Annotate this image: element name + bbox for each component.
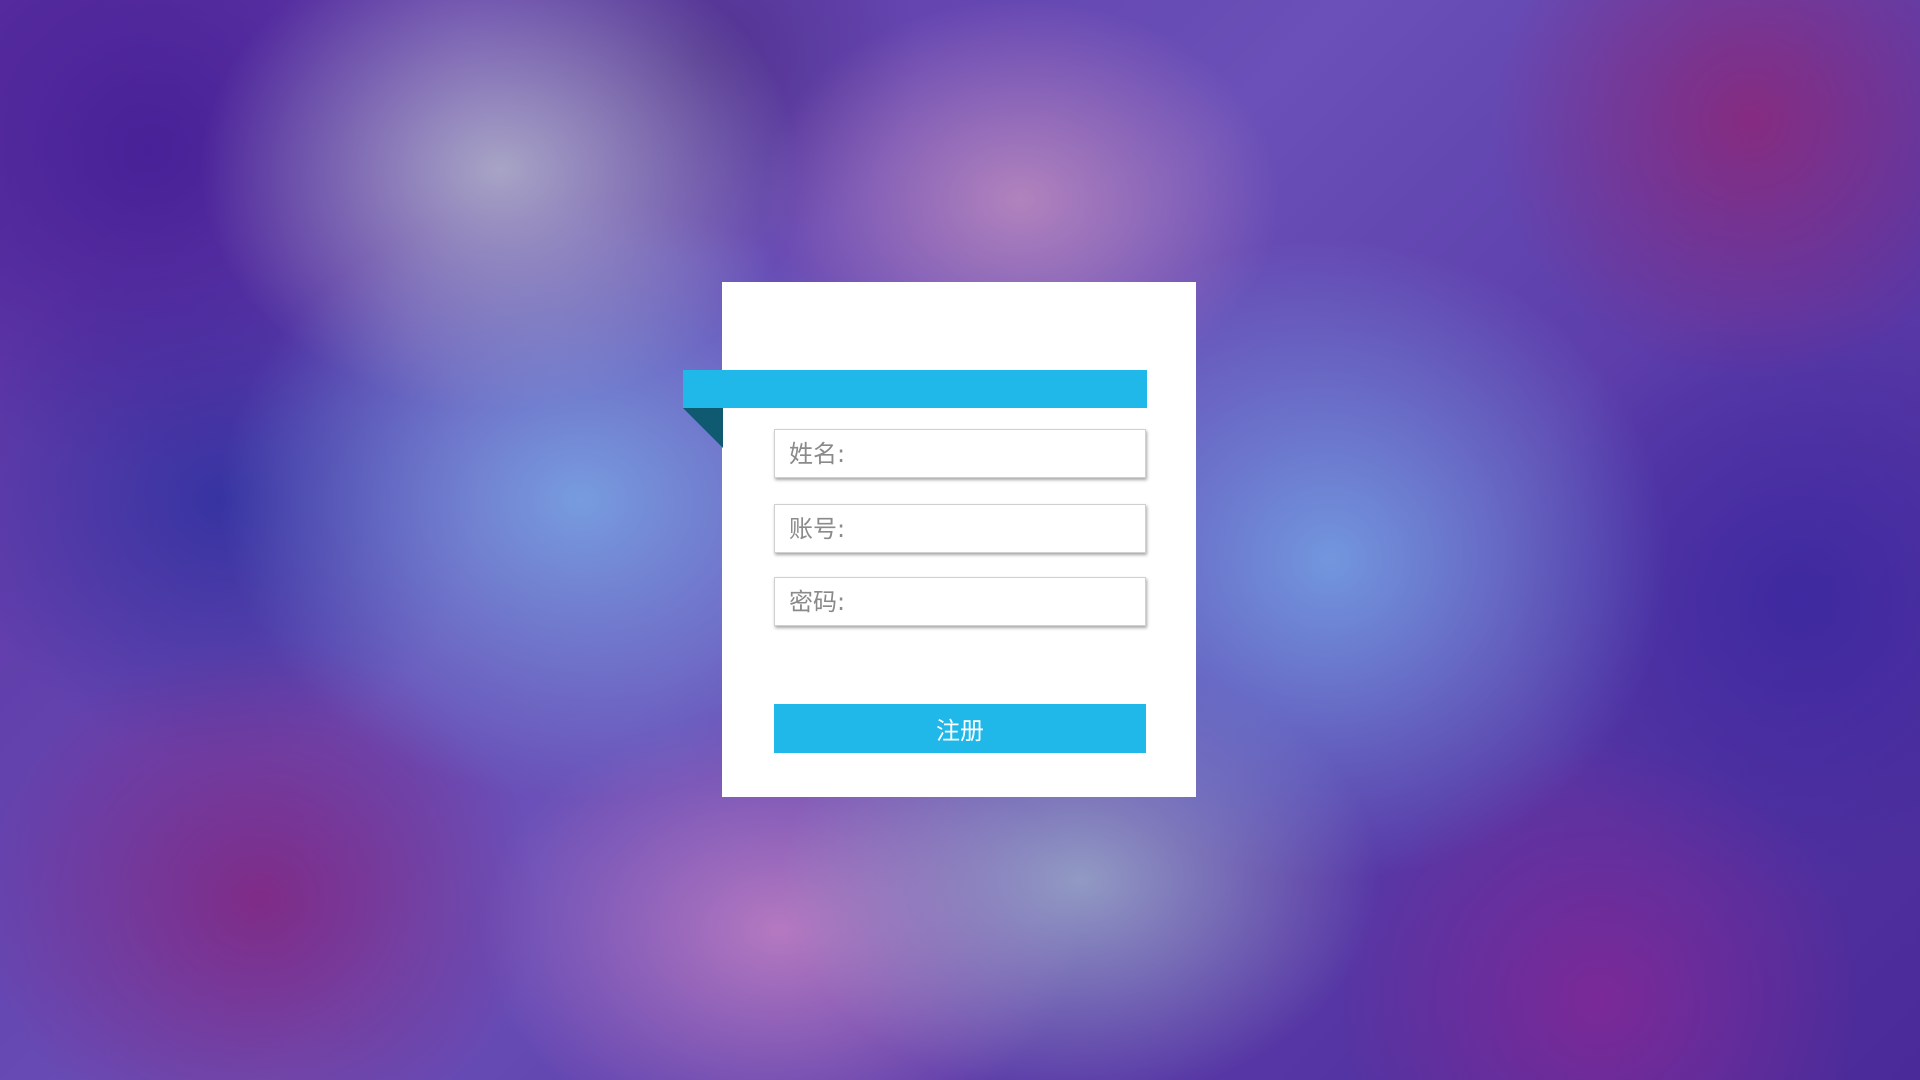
ribbon-fold	[683, 408, 723, 448]
header-ribbon	[683, 370, 1147, 408]
account-input[interactable]	[775, 505, 1145, 552]
password-input[interactable]	[775, 578, 1145, 625]
password-field	[774, 577, 1146, 626]
account-field	[774, 504, 1146, 553]
name-field	[774, 429, 1146, 478]
register-button[interactable]: 注册	[774, 704, 1146, 753]
name-input[interactable]	[775, 430, 1145, 477]
